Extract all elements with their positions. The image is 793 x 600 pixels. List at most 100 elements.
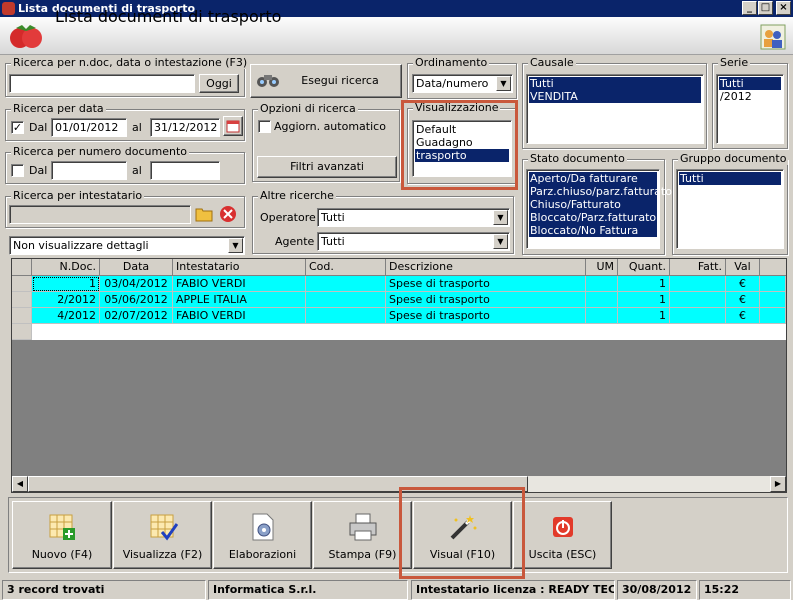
minimize-button[interactable]: _ bbox=[742, 1, 757, 15]
view-button[interactable]: Visualizza (F2) bbox=[113, 501, 212, 569]
scroll-right-icon[interactable]: ▶ bbox=[770, 476, 786, 492]
cell-descrizione[interactable]: Spese di trasporto bbox=[386, 292, 586, 308]
serie-list[interactable]: Tutti /2012 bbox=[716, 74, 784, 144]
row-indicator-header bbox=[12, 259, 32, 276]
date-to-input[interactable]: 31/12/2012 bbox=[150, 118, 220, 137]
general-search-input[interactable] bbox=[9, 74, 195, 93]
agent-label: Agente : bbox=[275, 235, 322, 248]
causale-list[interactable]: Tutti VENDITA bbox=[526, 74, 704, 144]
col-data[interactable]: Data bbox=[100, 259, 173, 276]
operator-select[interactable]: Tutti ▼ bbox=[317, 208, 510, 227]
search-options-label: Opzioni di ricerca bbox=[258, 102, 358, 115]
doc-group-item[interactable]: Tutti bbox=[679, 172, 781, 185]
print-button[interactable]: Stampa (F9) bbox=[313, 501, 412, 569]
auto-refresh-checkbox[interactable] bbox=[258, 120, 271, 133]
doc-group-list[interactable]: Tutti bbox=[676, 169, 784, 249]
holder-input[interactable] bbox=[9, 205, 191, 224]
exit-button[interactable]: Uscita (ESC) bbox=[513, 501, 612, 569]
new-button[interactable]: Nuovo (F4) bbox=[12, 501, 112, 569]
binoculars-icon bbox=[257, 75, 279, 87]
col-quant[interactable]: Quant. bbox=[618, 259, 670, 276]
close-button[interactable]: × bbox=[776, 1, 791, 15]
status-time: 15:22 bbox=[699, 580, 791, 600]
doc-status-list[interactable]: Aperto/Da fatturare Parz.chiuso/parz.fat… bbox=[526, 169, 672, 249]
cell-val[interactable]: € bbox=[726, 308, 760, 324]
table-row[interactable]: 2/2012 05/06/2012 APPLE ITALIA Spese di … bbox=[12, 292, 786, 308]
calendar-button[interactable] bbox=[223, 116, 243, 136]
cell-um[interactable] bbox=[586, 276, 618, 292]
cell-quant[interactable]: 1 bbox=[618, 308, 670, 324]
cell-fatt[interactable] bbox=[670, 292, 726, 308]
documents-table[interactable]: N.Doc. Data Intestatario Cod. Descrizion… bbox=[11, 258, 787, 493]
date-from-input[interactable]: 01/01/2012 bbox=[51, 118, 127, 137]
cell-fatt[interactable] bbox=[670, 276, 726, 292]
row-indicator bbox=[12, 308, 32, 324]
doc-status-item[interactable]: Parz.chiuso/parz.fatturato bbox=[529, 185, 672, 198]
causale-item[interactable]: Tutti bbox=[529, 77, 701, 90]
users-icon[interactable] bbox=[760, 24, 786, 50]
maximize-button[interactable]: □ bbox=[758, 1, 773, 15]
view-document-icon bbox=[150, 514, 178, 541]
power-icon bbox=[552, 517, 573, 537]
cell-val[interactable]: € bbox=[726, 276, 760, 292]
cell-cod[interactable] bbox=[306, 308, 386, 324]
serie-label: Serie bbox=[718, 56, 751, 69]
cell-intestatario[interactable]: FABIO VERDI bbox=[173, 276, 306, 292]
details-select-value: Non visualizzare dettagli bbox=[13, 239, 149, 252]
cell-cod[interactable] bbox=[306, 276, 386, 292]
col-um[interactable]: UM bbox=[586, 259, 618, 276]
col-fatt[interactable]: Fatt. bbox=[670, 259, 726, 276]
details-select[interactable]: Non visualizzare dettagli ▼ bbox=[9, 236, 245, 255]
processing-button-label: Elaborazioni bbox=[228, 548, 297, 561]
cell-um[interactable] bbox=[586, 292, 618, 308]
doc-status-item[interactable]: Bloccato/No Fattura bbox=[529, 224, 657, 237]
date-dal-checkbox[interactable]: ✓ bbox=[11, 121, 24, 134]
cell-um[interactable] bbox=[586, 308, 618, 324]
agent-select[interactable]: Tutti ▼ bbox=[317, 232, 510, 251]
status-license: Intestatario licenza : READY TECN bbox=[411, 580, 615, 600]
serie-item[interactable]: Tutti bbox=[719, 77, 781, 90]
cell-ndoc[interactable]: 1 bbox=[32, 276, 100, 292]
table-header: N.Doc. Data Intestatario Cod. Descrizion… bbox=[12, 259, 786, 276]
cell-descrizione[interactable]: Spese di trasporto bbox=[386, 276, 586, 292]
general-search-label: Ricerca per n.doc, data o intestazione (… bbox=[11, 56, 250, 69]
app-icon bbox=[2, 2, 15, 15]
col-cod[interactable]: Cod. bbox=[306, 259, 386, 276]
doc-status-item[interactable]: Bloccato/Parz.fatturato bbox=[529, 211, 657, 224]
advanced-filters-button[interactable]: Filtri avanzati bbox=[257, 156, 397, 178]
cell-intestatario[interactable]: APPLE ITALIA bbox=[173, 292, 306, 308]
number-dal-checkbox[interactable] bbox=[11, 164, 24, 177]
cell-val[interactable]: € bbox=[726, 292, 760, 308]
oggi-button[interactable]: Oggi bbox=[199, 74, 239, 93]
number-to-input[interactable] bbox=[150, 161, 220, 180]
cell-ndoc[interactable]: 4/2012 bbox=[32, 308, 100, 324]
col-ndoc[interactable]: N.Doc. bbox=[32, 259, 100, 276]
serie-item[interactable]: /2012 bbox=[719, 90, 781, 103]
col-descrizione[interactable]: Descrizione bbox=[386, 259, 586, 276]
cell-data[interactable]: 05/06/2012 bbox=[100, 292, 173, 308]
doc-status-item[interactable]: Chiuso/Fatturato bbox=[529, 198, 657, 211]
scroll-left-icon[interactable]: ◀ bbox=[12, 476, 28, 492]
table-row[interactable]: 4/2012 02/07/2012 FABIO VERDI Spese di t… bbox=[12, 308, 786, 324]
cell-descrizione[interactable]: Spese di trasporto bbox=[386, 308, 586, 324]
clear-icon[interactable] bbox=[219, 205, 237, 223]
doc-status-item[interactable]: Aperto/Da fatturare bbox=[529, 172, 657, 185]
cell-cod[interactable] bbox=[306, 292, 386, 308]
cell-data[interactable]: 02/07/2012 bbox=[100, 308, 173, 324]
causale-item[interactable]: VENDITA bbox=[529, 90, 701, 103]
number-from-input[interactable] bbox=[51, 161, 127, 180]
cell-fatt[interactable] bbox=[670, 308, 726, 324]
highlight-box-visual bbox=[399, 487, 525, 579]
cell-quant[interactable]: 1 bbox=[618, 292, 670, 308]
processing-button[interactable]: Elaborazioni bbox=[213, 501, 312, 569]
cell-quant[interactable]: 1 bbox=[618, 276, 670, 292]
table-row-empty[interactable] bbox=[12, 324, 786, 340]
folder-icon[interactable] bbox=[195, 205, 213, 223]
cell-intestatario[interactable]: FABIO VERDI bbox=[173, 308, 306, 324]
cell-data[interactable]: 03/04/2012 bbox=[100, 276, 173, 292]
cell-ndoc[interactable]: 2/2012 bbox=[32, 292, 100, 308]
table-row[interactable]: 1 03/04/2012 FABIO VERDI Spese di traspo… bbox=[12, 276, 786, 292]
sorting-select[interactable]: Data/numero ▼ bbox=[412, 74, 513, 93]
col-intestatario[interactable]: Intestatario bbox=[173, 259, 306, 276]
col-val[interactable]: Val bbox=[726, 259, 760, 276]
